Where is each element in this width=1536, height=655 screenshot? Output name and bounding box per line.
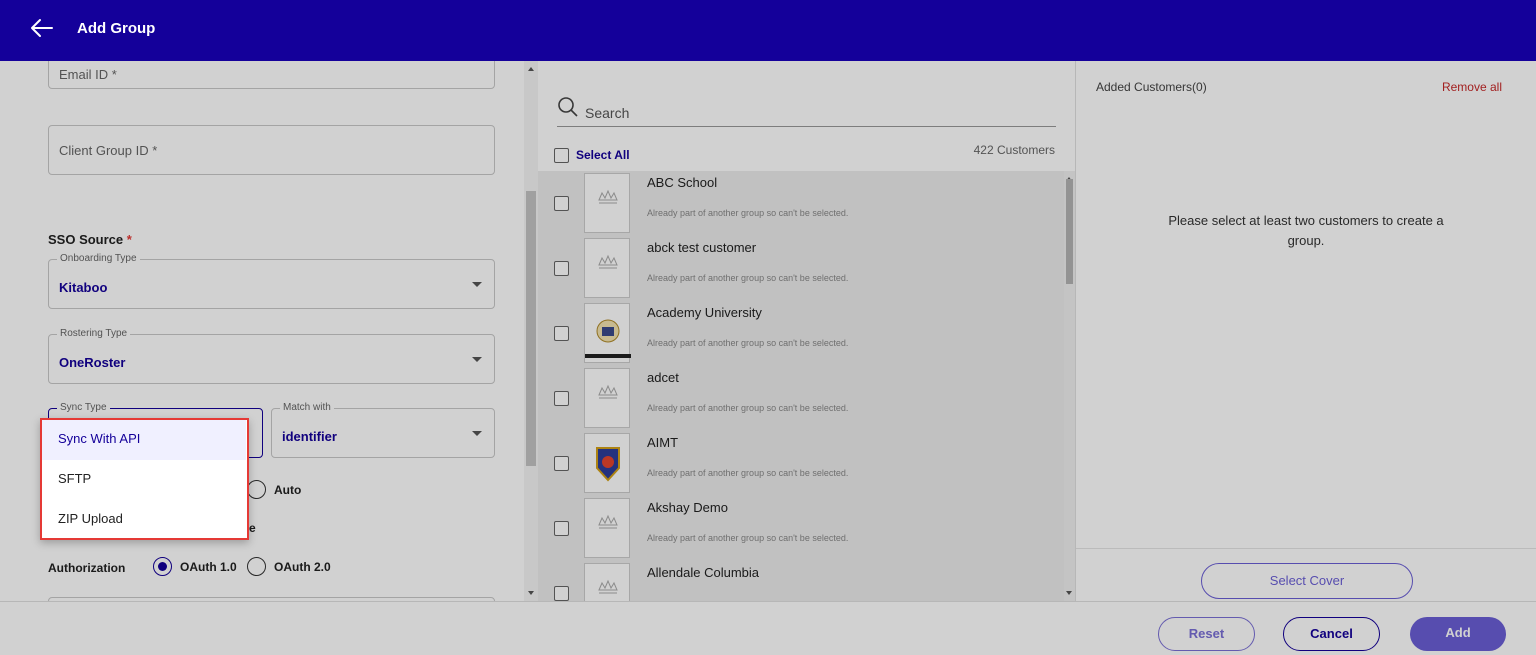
dropdown-option-sync-with-api[interactable]: Sync With API [42, 420, 246, 460]
shield-crest-icon [596, 447, 620, 482]
search-box[interactable] [557, 91, 1056, 127]
rostering-type-value: OneRoster [59, 355, 126, 370]
list-item[interactable]: Academy University Already part of anoth… [538, 301, 1064, 366]
dropdown-option-sftp[interactable]: SFTP [42, 460, 246, 500]
list-scrollbar[interactable] [1064, 171, 1075, 601]
email-placeholder: Email ID * [59, 67, 117, 82]
customer-name: abck test customer [647, 240, 757, 255]
oauth2-label: OAuth 2.0 [274, 560, 331, 574]
customer-name: ABC School [647, 175, 718, 190]
chevron-down-icon [472, 282, 482, 287]
scroll-down-icon[interactable] [528, 591, 534, 595]
auto-radio[interactable] [247, 480, 266, 499]
back-arrow-icon[interactable] [28, 14, 56, 42]
added-customers-panel: Added Customers(0) Remove all Please sel… [1075, 61, 1536, 601]
customer-logo [584, 368, 630, 428]
onboarding-type-value: Kitaboo [59, 280, 108, 295]
crown-logo-icon [598, 254, 618, 269]
row-checkbox[interactable] [554, 586, 569, 601]
customer-logo [584, 563, 630, 601]
app-header: Add Group [0, 0, 1536, 61]
customer-logo [584, 173, 630, 233]
match-with-select[interactable]: Match with identifier [271, 402, 495, 458]
oauth2-radio[interactable] [247, 557, 266, 576]
customer-list: ABC School Already part of another group… [538, 171, 1064, 601]
form-scrollbar[interactable] [524, 61, 538, 601]
search-input[interactable] [585, 105, 985, 121]
page-title: Add Group [77, 20, 156, 37]
select-all-label[interactable]: Select All [576, 148, 630, 162]
rostering-type-select[interactable]: Rostering Type OneRoster [48, 328, 495, 384]
remove-all-link[interactable]: Remove all [1442, 80, 1502, 94]
select-all-checkbox[interactable] [554, 148, 569, 163]
client-group-id-placeholder: Client Group ID * [59, 143, 158, 158]
scroll-down-icon[interactable] [1066, 591, 1072, 595]
reset-button[interactable]: Reset [1158, 617, 1255, 651]
row-checkbox[interactable] [554, 456, 569, 471]
partial-label-text: e [249, 521, 256, 535]
oauth1-label: OAuth 1.0 [180, 560, 237, 574]
customer-name: Allendale Columbia [647, 565, 760, 580]
crown-logo-icon [598, 384, 618, 399]
customer-logo [584, 238, 630, 298]
row-checkbox[interactable] [554, 326, 569, 341]
rostering-type-legend: Rostering Type [57, 328, 131, 339]
scroll-up-icon[interactable] [528, 67, 534, 71]
customer-name: AIMT [647, 435, 679, 450]
list-item[interactable]: AIMT Already part of another group so ca… [538, 431, 1064, 496]
cancel-button[interactable]: Cancel [1283, 617, 1380, 651]
row-checkbox[interactable] [554, 196, 569, 211]
onboarding-type-select[interactable]: Onboarding Type Kitaboo [48, 253, 495, 309]
email-field[interactable]: Email ID * [48, 61, 495, 89]
university-seal-icon [585, 319, 631, 358]
customer-count: 422 Customers [973, 143, 1055, 157]
customer-logo [584, 498, 630, 558]
match-with-legend: Match with [280, 402, 334, 413]
list-item[interactable]: adcet Already part of another group so c… [538, 366, 1064, 431]
list-item[interactable]: Akshay Demo Already part of another grou… [538, 496, 1064, 561]
customer-note: Already part of another group so can't b… [647, 208, 849, 218]
search-icon [558, 97, 578, 117]
row-checkbox[interactable] [554, 391, 569, 406]
list-item[interactable]: abck test customer Already part of anoth… [538, 236, 1064, 301]
chevron-down-icon [472, 357, 482, 362]
chevron-down-icon [472, 431, 482, 436]
authorization-label: Authorization [48, 561, 126, 575]
row-checkbox[interactable] [554, 521, 569, 536]
customer-note: Already part of another group so can't b… [647, 533, 849, 543]
customer-list-panel: Select All 422 Customers ABC School Alre… [538, 61, 1075, 601]
customer-logo [584, 433, 630, 493]
customer-note: Already part of another group so can't b… [647, 468, 849, 478]
customer-note: Already part of another group so can't b… [647, 403, 849, 413]
onboarding-type-legend: Onboarding Type [57, 253, 140, 264]
footer-bar: Reset Cancel Add [0, 601, 1536, 655]
customer-logo [584, 303, 631, 363]
customer-name: adcet [647, 370, 679, 385]
list-item[interactable]: Allendale Columbia [538, 561, 1064, 601]
select-cover-button[interactable]: Select Cover [1201, 563, 1413, 599]
sync-type-dropdown: Sync With API SFTP ZIP Upload [40, 418, 249, 540]
empty-state-message: Please select at least two customers to … [1168, 213, 1444, 248]
row-checkbox[interactable] [554, 261, 569, 276]
customer-name: Academy University [647, 305, 762, 320]
customer-note: Already part of another group so can't b… [647, 273, 849, 283]
divider [1076, 548, 1536, 549]
match-with-value: identifier [282, 429, 337, 444]
crown-logo-icon [598, 189, 618, 204]
customer-note: Already part of another group so can't b… [647, 338, 849, 348]
dropdown-option-zip-upload[interactable]: ZIP Upload [42, 500, 246, 540]
sso-source-label: SSO Source * [48, 232, 132, 247]
client-group-id-field[interactable]: Client Group ID * [48, 125, 495, 175]
crown-logo-icon [598, 514, 618, 529]
list-item[interactable]: ABC School Already part of another group… [538, 171, 1064, 236]
oauth1-radio[interactable] [153, 557, 172, 576]
crown-logo-icon [598, 579, 618, 594]
add-button[interactable]: Add [1410, 617, 1506, 651]
scroll-thumb[interactable] [1066, 179, 1073, 284]
scroll-thumb[interactable] [526, 191, 536, 466]
sync-type-legend: Sync Type [57, 402, 110, 413]
added-customers-title: Added Customers(0) [1096, 80, 1207, 94]
customer-name: Akshay Demo [647, 500, 728, 515]
auto-label: Auto [274, 483, 302, 497]
